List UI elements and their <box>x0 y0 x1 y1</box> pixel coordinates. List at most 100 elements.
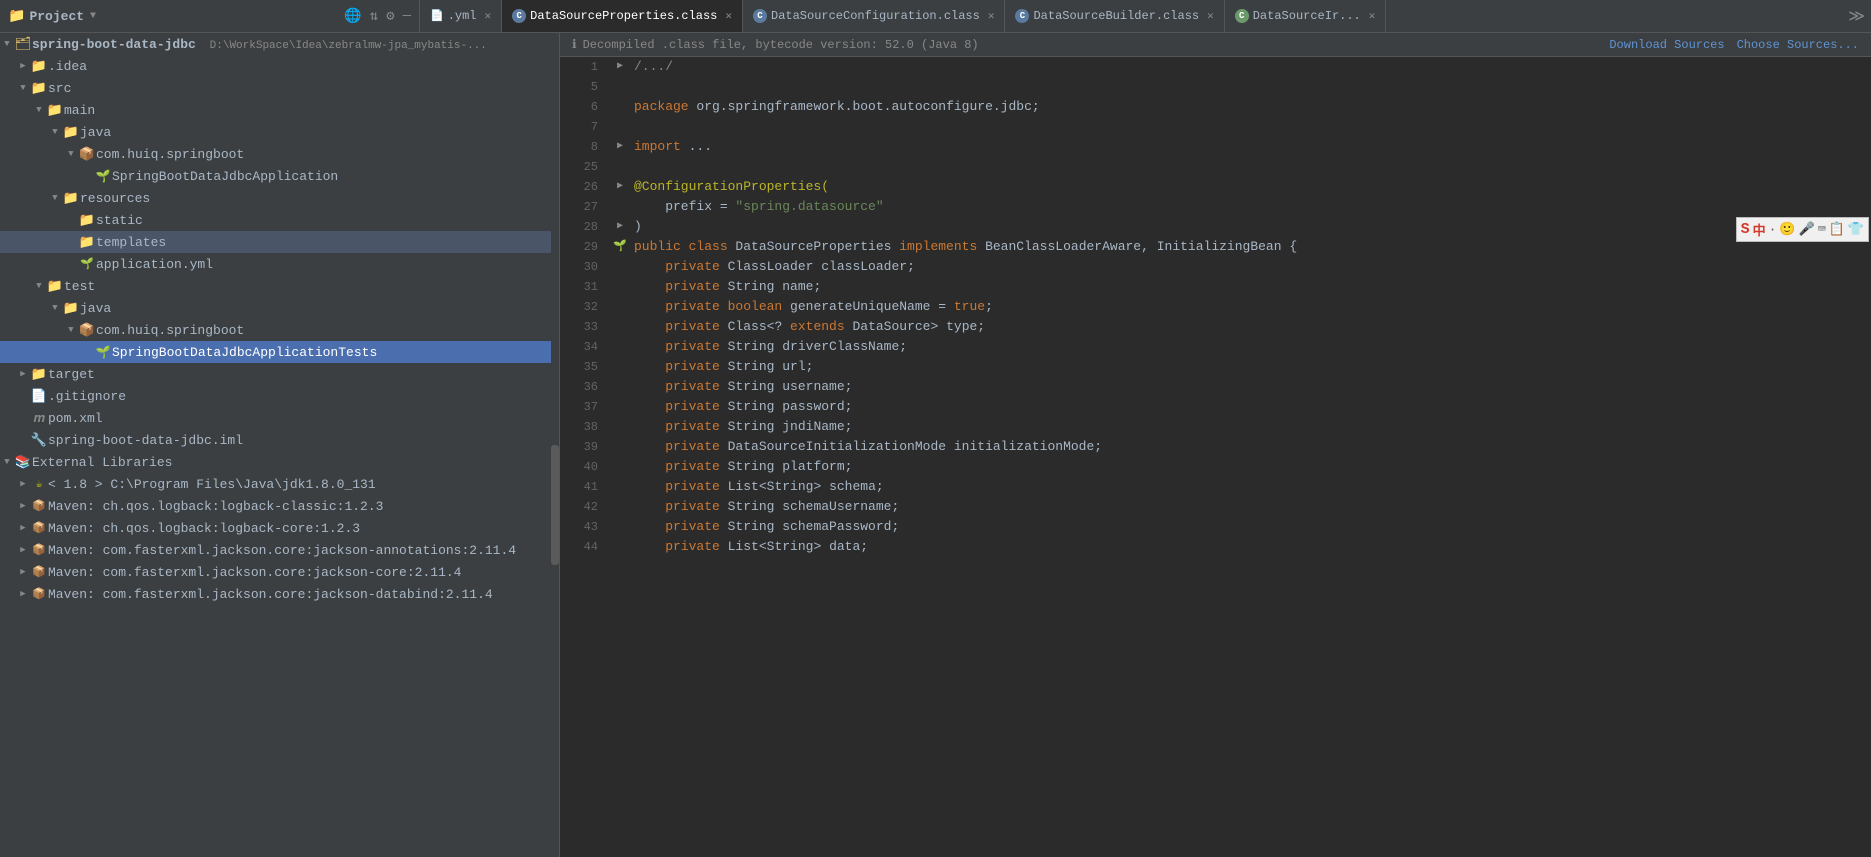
project-dropdown-icon[interactable]: ▼ <box>90 11 96 22</box>
choose-sources-button[interactable]: Choose Sources... <box>1737 38 1859 52</box>
project-tree: ▼ 🗂 spring-boot-data-jdbc D:\WorkSpace\I… <box>0 33 560 857</box>
tab-ds-builder-close[interactable]: ✕ <box>1207 9 1214 23</box>
folder-icon-idea: 📁 <box>30 59 48 74</box>
tree-item-iml[interactable]: 🔧 spring-boot-data-jdbc.iml <box>0 429 559 451</box>
label-pom: pom.xml <box>48 411 559 426</box>
label-jdk: < 1.8 > C:\Program Files\Java\jdk1.8.0_1… <box>48 477 559 492</box>
fold-icon-28[interactable]: ▶ <box>617 217 623 237</box>
sidebar-scrollbar-thumb[interactable] <box>551 445 559 565</box>
code-line-5: 5 <box>560 77 1871 97</box>
folder-icon-java: 📁 <box>62 125 80 140</box>
code-line-33: 33 private Class<? extends DataSource> t… <box>560 317 1871 337</box>
tree-item-main[interactable]: ▼ 📁 main <box>0 99 559 121</box>
download-sources-button[interactable]: Download Sources <box>1609 38 1724 52</box>
sidebar-scrollbar[interactable] <box>551 33 559 857</box>
tree-item-pom[interactable]: 𝒎 pom.xml <box>0 407 559 429</box>
tab-yml[interactable]: 📄 .yml ✕ <box>420 0 502 32</box>
tree-item-target[interactable]: ▶ 📁 target <box>0 363 559 385</box>
tab-bar-right[interactable]: ≫ <box>1842 6 1871 26</box>
banner-right: Download Sources Choose Sources... <box>1609 38 1859 52</box>
tree-item-test-class[interactable]: 🌱 SpringBootDataJdbcApplicationTests <box>0 341 559 363</box>
banner-text: Decompiled .class file, bytecode version… <box>583 38 979 52</box>
line-num-34: 34 <box>560 337 610 357</box>
line-num-39: 39 <box>560 437 610 457</box>
arrow-jackson-databind: ▶ <box>16 589 30 599</box>
im-s-icon: S <box>1741 221 1750 238</box>
gutter-1: ▶ <box>610 57 630 77</box>
code-line-35: 35 private String url; <box>560 357 1871 377</box>
tab-ds-impl-close[interactable]: ✕ <box>1369 9 1376 23</box>
code-line-26: 26 ▶ @ConfigurationProperties( <box>560 177 1871 197</box>
tree-item-app-class[interactable]: 🌱 SpringBootDataJdbcApplication <box>0 165 559 187</box>
tab-ds-props-close[interactable]: ✕ <box>725 9 732 23</box>
fold-marker-1[interactable]: /.../ <box>634 59 681 74</box>
tree-item-gitignore[interactable]: 📄 .gitignore <box>0 385 559 407</box>
project-title: Project <box>29 9 84 24</box>
tree-item-logback-core[interactable]: ▶ 📦 Maven: ch.qos.logback:logback-core:1… <box>0 517 559 539</box>
minimize-icon[interactable]: — <box>403 8 411 25</box>
arrow-test-java: ▼ <box>48 303 62 313</box>
line-num-30: 30 <box>560 257 610 277</box>
tab-ds-config-label: DataSourceConfiguration.class <box>771 9 980 23</box>
tree-item-templates[interactable]: 📁 templates <box>0 231 559 253</box>
tree-item-java[interactable]: ▼ 📁 java <box>0 121 559 143</box>
gutter-29: 🌱 <box>610 237 630 257</box>
tab-yml-close[interactable]: ✕ <box>485 9 492 23</box>
fold-icon-26[interactable]: ▶ <box>617 177 623 197</box>
tab-ds-props[interactable]: C DataSourceProperties.class ✕ <box>502 0 743 32</box>
fold-icon-1[interactable]: ▶ <box>617 57 623 77</box>
line-content-36: private String username; <box>630 377 1871 397</box>
code-line-7: 7 <box>560 117 1871 137</box>
line-num-42: 42 <box>560 497 610 517</box>
tree-item-test[interactable]: ▼ 📁 test <box>0 275 559 297</box>
tree-item-resources[interactable]: ▼ 📁 resources <box>0 187 559 209</box>
line-num-35: 35 <box>560 357 610 377</box>
globe-icon[interactable]: 🌐 <box>344 8 361 25</box>
tree-item-jackson-ann[interactable]: ▶ 📦 Maven: com.fasterxml.jackson.core:ja… <box>0 539 559 561</box>
tree-item-static[interactable]: 📁 static <box>0 209 559 231</box>
pkg-icon-main: 📦 <box>78 147 96 162</box>
fold-icon-8[interactable]: ▶ <box>617 137 623 157</box>
tree-item-pkg-main[interactable]: ▼ 📦 com.huiq.springboot <box>0 143 559 165</box>
tree-item-ext-libs[interactable]: ▼ 📚 External Libraries <box>0 451 559 473</box>
folder-icon-src: 📁 <box>30 81 48 96</box>
tree-item-test-java[interactable]: ▼ 📁 java <box>0 297 559 319</box>
line-content-43: private String schemaPassword; <box>630 517 1871 537</box>
label-idea: .idea <box>48 59 559 74</box>
tree-item-root[interactable]: ▼ 🗂 spring-boot-data-jdbc D:\WorkSpace\I… <box>0 33 559 55</box>
line-num-38: 38 <box>560 417 610 437</box>
line-num-26: 26 <box>560 177 610 197</box>
line-num-1: 1 <box>560 57 610 77</box>
collapse-icon[interactable]: ⇅ <box>370 8 378 25</box>
tab-ds-config[interactable]: C DataSourceConfiguration.class ✕ <box>743 0 1005 32</box>
editor-panel: ℹ Decompiled .class file, bytecode versi… <box>560 33 1871 857</box>
tree-item-src[interactable]: ▼ 📁 src <box>0 77 559 99</box>
tree-item-jackson-core[interactable]: ▶ 📦 Maven: com.fasterxml.jackson.core:ja… <box>0 561 559 583</box>
tab-yml-label: .yml <box>448 9 477 23</box>
tree-item-yml[interactable]: 🌱 application.yml <box>0 253 559 275</box>
code-line-39: 39 private DataSourceInitializationMode … <box>560 437 1871 457</box>
arrow-logback-classic: ▶ <box>16 501 30 511</box>
tab-ds-builder-label: DataSourceBuilder.class <box>1033 9 1199 23</box>
folder-icon-root: 🗂 <box>14 37 32 52</box>
line-content-33: private Class<? extends DataSource> type… <box>630 317 1871 337</box>
tab-ds-config-close[interactable]: ✕ <box>988 9 995 23</box>
tree-item-jackson-databind[interactable]: ▶ 📦 Maven: com.fasterxml.jackson.core:ja… <box>0 583 559 605</box>
label-test: test <box>64 279 559 294</box>
main-area: ▼ 🗂 spring-boot-data-jdbc D:\WorkSpace\I… <box>0 33 1871 857</box>
tree-item-logback-classic[interactable]: ▶ 📦 Maven: ch.qos.logback:logback-classi… <box>0 495 559 517</box>
line-content-38: private String jndiName; <box>630 417 1871 437</box>
tree-item-test-pkg[interactable]: ▼ 📦 com.huiq.springboot <box>0 319 559 341</box>
class-icon-ds-config: C <box>753 9 767 23</box>
yml-icon: 🌱 <box>78 257 96 271</box>
gutter-28: ▶ <box>610 217 630 237</box>
label-root: spring-boot-data-jdbc D:\WorkSpace\Idea\… <box>32 37 559 52</box>
git-icon: 📄 <box>30 389 48 404</box>
tree-item-jdk[interactable]: ▶ ☕ < 1.8 > C:\Program Files\Java\jdk1.8… <box>0 473 559 495</box>
settings-icon[interactable]: ⚙ <box>386 8 394 25</box>
tab-ds-builder[interactable]: C DataSourceBuilder.class ✕ <box>1005 0 1224 32</box>
tree-item-idea[interactable]: ▶ 📁 .idea <box>0 55 559 77</box>
line-content-29: public class DataSourceProperties implem… <box>630 237 1871 257</box>
tab-ds-impl[interactable]: C DataSourceIr... ✕ <box>1225 0 1387 32</box>
line-content-42: private String schemaUsername; <box>630 497 1871 517</box>
